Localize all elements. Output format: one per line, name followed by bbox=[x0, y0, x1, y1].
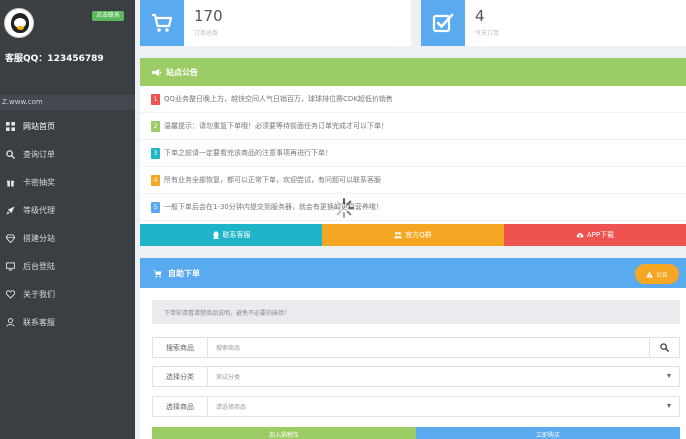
self-order-header: 自助下单 公告 bbox=[140, 258, 686, 288]
order-action-buttons: 加入购物车 立即购买 bbox=[152, 427, 680, 439]
sidebar-item-contact[interactable]: 联系客服 bbox=[0, 308, 135, 336]
site-url: Z.www.com bbox=[0, 95, 135, 110]
gift-icon bbox=[5, 177, 15, 187]
announcement-text: 所有业务全部恢复，都可以正常下单，欢迎尝试，有问题可以联系客服 bbox=[164, 176, 381, 184]
megaphone-icon bbox=[152, 68, 161, 76]
announcement-item: 1 QQ业务整日晚上方，越快空间人气日销百万，球球排位赛CDK超低价销售 bbox=[140, 86, 686, 113]
monitor-icon bbox=[5, 261, 15, 271]
chevron-down-icon bbox=[667, 374, 671, 378]
announcement-number: 5 bbox=[151, 201, 160, 213]
loading-spinner-icon bbox=[334, 198, 354, 218]
sidebar-item-label: 查询订单 bbox=[23, 149, 55, 159]
stat-card-total-orders: 170 订单总数 bbox=[140, 0, 411, 46]
category-label: 选择分类 bbox=[153, 367, 208, 386]
self-order-panel: 自助下单 公告 下单前请看清楚商品说明，避免不必要的麻烦！ 搜索商品 搜索商品 … bbox=[140, 258, 686, 439]
search-product-input[interactable]: 搜索商品 bbox=[208, 338, 649, 357]
notice-button[interactable]: 公告 bbox=[635, 264, 679, 284]
announcement-item: 4 所有业务全部恢复，都可以正常下单，欢迎尝试，有问题可以联系客服 bbox=[140, 167, 686, 194]
warning-icon bbox=[646, 270, 653, 278]
announcement-text: QQ业务整日晚上方，越快空间人气日销百万，球球排位赛CDK超低价销售 bbox=[164, 95, 393, 103]
sidebar-item-home[interactable]: 网站首页 bbox=[0, 112, 135, 140]
sidebar-item-query-order[interactable]: 查询订单 bbox=[0, 140, 135, 168]
stat-label: 今天订单 bbox=[475, 30, 500, 37]
contact-badge[interactable]: 点击联系 bbox=[92, 11, 125, 21]
chevron-down-icon bbox=[667, 404, 671, 408]
cart-icon bbox=[153, 269, 162, 278]
group-icon bbox=[394, 232, 403, 239]
announcement-number: 2 bbox=[151, 120, 160, 132]
search-icon bbox=[5, 149, 15, 159]
user-icon bbox=[5, 317, 15, 327]
announcement-item: 2 温馨提示：请勿重复下单哦！必须要等待前面任务订单完成才可以下单！ bbox=[140, 113, 686, 140]
announcement-number: 4 bbox=[151, 174, 160, 186]
sidebar-item-about[interactable]: 关于我们 bbox=[0, 280, 135, 308]
announcement-buttons: 联系客服 官方Q群 APP下载 bbox=[140, 224, 686, 246]
buy-now-button[interactable]: 立即购买 bbox=[416, 427, 680, 439]
announcement-title: 站点公告 bbox=[166, 67, 198, 77]
category-select[interactable]: 测试分类 bbox=[208, 367, 679, 386]
grid-icon bbox=[5, 121, 15, 131]
heart-icon bbox=[5, 289, 15, 299]
stat-value: 4 bbox=[475, 7, 485, 25]
announcement-panel: 站点公告 1 QQ业务整日晚上方，越快空间人气日销百万，球球排位赛CDK超低价销… bbox=[140, 58, 686, 246]
qq-icon bbox=[212, 231, 219, 239]
sidebar-item-agent[interactable]: 等级代理 bbox=[0, 196, 135, 224]
product-row: 选择商品 请选择商品 bbox=[152, 396, 680, 417]
sidebar-item-admin-login[interactable]: 后台登陆 bbox=[0, 252, 135, 280]
app-download-button[interactable]: APP下载 bbox=[504, 224, 686, 246]
sidebar: 点击联系 客服QQ：123456789 Z.www.com 网站首页 查询订单 … bbox=[0, 0, 135, 439]
announcement-item: 5 一般下单后会在1-30分钟内提交到服务器，就会有更换的更稳营养哦！ bbox=[140, 194, 686, 221]
sidebar-item-label: 等级代理 bbox=[23, 205, 55, 215]
sidebar-item-substation[interactable]: 搭建分站 bbox=[0, 224, 135, 252]
stat-label: 订单总数 bbox=[194, 30, 219, 37]
order-tip: 下单前请看清楚商品说明，避免不必要的麻烦！ bbox=[152, 300, 680, 324]
sidebar-nav: 网站首页 查询订单 卡密抽奖 等级代理 搭建分站 后台登陆 关于我们 联系客服 bbox=[0, 112, 135, 336]
sidebar-item-label: 网站首页 bbox=[23, 121, 55, 131]
announcement-item: 3 下单之前请一定要看完该商品的注意事项再进行下单！ bbox=[140, 140, 686, 167]
contact-service-button[interactable]: 联系客服 bbox=[140, 224, 322, 246]
avatar bbox=[4, 8, 34, 38]
sidebar-item-label: 联系客服 bbox=[23, 317, 55, 327]
announcement-header: 站点公告 bbox=[140, 58, 686, 86]
checkbox-icon bbox=[421, 0, 465, 46]
diamond-icon bbox=[5, 233, 15, 243]
search-icon bbox=[660, 343, 669, 352]
sidebar-item-label: 搭建分站 bbox=[23, 233, 55, 243]
sidebar-item-label: 关于我们 bbox=[23, 289, 55, 299]
cloud-download-icon bbox=[576, 232, 584, 238]
stat-value: 170 bbox=[194, 7, 223, 25]
product-label: 选择商品 bbox=[153, 397, 208, 416]
self-order-title: 自助下单 bbox=[168, 268, 200, 278]
sidebar-item-label: 后台登陆 bbox=[23, 261, 55, 271]
sidebar-item-label: 卡密抽奖 bbox=[23, 177, 55, 187]
rocket-icon bbox=[5, 205, 15, 215]
sidebar-item-lottery[interactable]: 卡密抽奖 bbox=[0, 168, 135, 196]
search-button[interactable] bbox=[649, 338, 679, 357]
announcement-number: 1 bbox=[151, 93, 160, 105]
category-row: 选择分类 测试分类 bbox=[152, 366, 680, 387]
search-product-row: 搜索商品 搜索商品 bbox=[152, 337, 680, 358]
search-product-label: 搜索商品 bbox=[153, 338, 208, 357]
stat-card-today-orders: 4 今天订单 bbox=[421, 0, 686, 46]
announcement-text: 温馨提示：请勿重复下单哦！必须要等待前面任务订单完成才可以下单！ bbox=[164, 122, 388, 130]
product-select[interactable]: 请选择商品 bbox=[208, 397, 679, 416]
add-to-cart-button[interactable]: 加入购物车 bbox=[152, 427, 416, 439]
announcement-text: 下单之前请一定要看完该商品的注意事项再进行下单！ bbox=[164, 149, 332, 157]
cart-icon bbox=[140, 0, 184, 46]
official-group-button[interactable]: 官方Q群 bbox=[322, 224, 504, 246]
service-qq-text: 客服QQ：123456789 bbox=[5, 54, 104, 64]
sidebar-header: 点击联系 客服QQ：123456789 bbox=[0, 0, 135, 95]
announcement-number: 3 bbox=[151, 147, 160, 159]
